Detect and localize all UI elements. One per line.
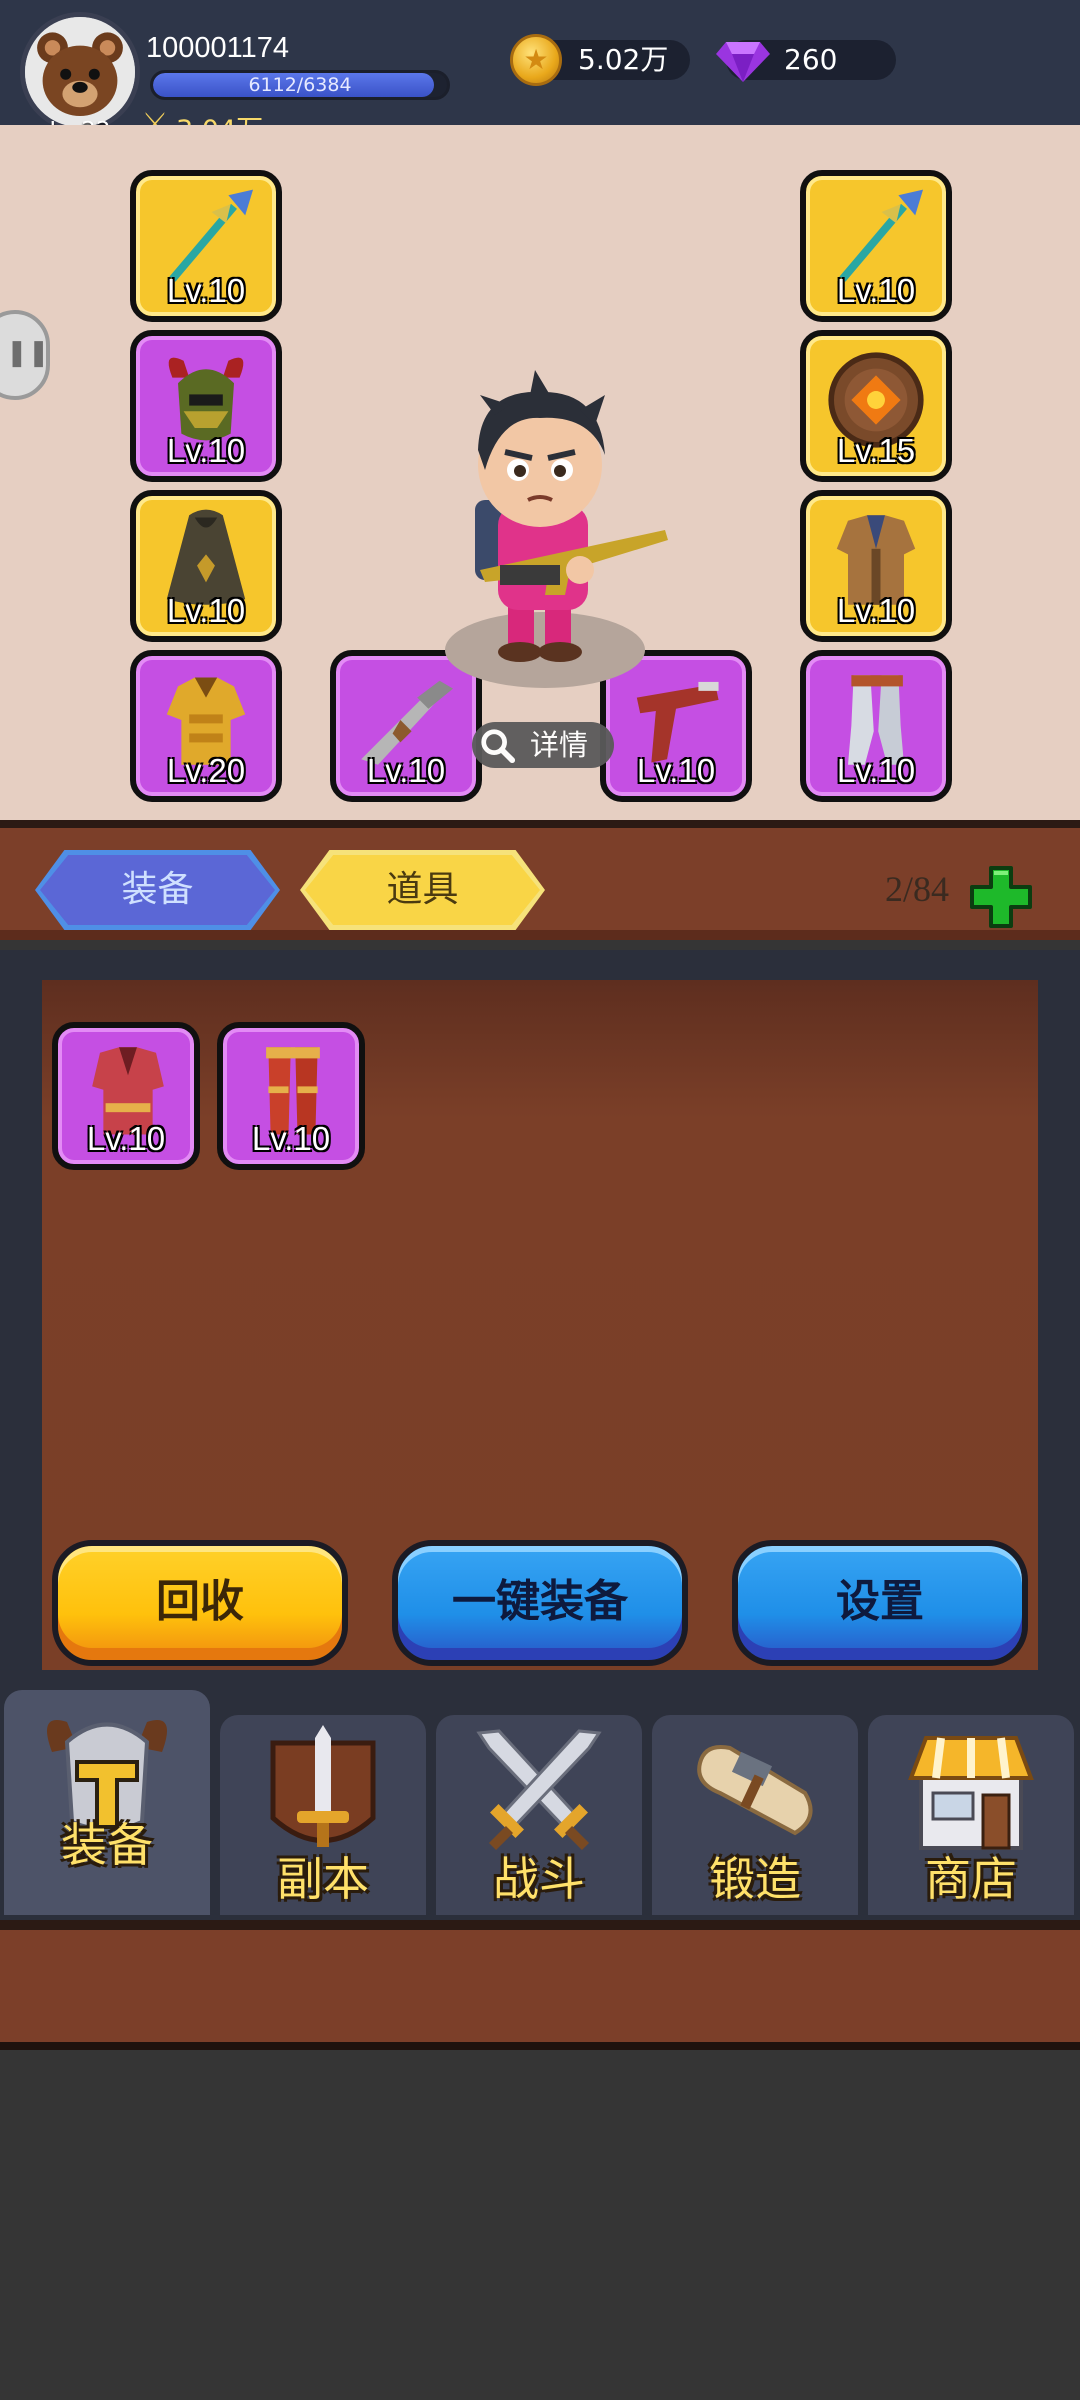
purple-gem-icon [716,42,770,82]
settings-button[interactable]: 设置 [732,1540,1028,1666]
gold-currency[interactable]: 5.02万 [510,34,690,86]
auto-equip-button[interactable]: 一键装备 [392,1540,688,1666]
dungeon-sword-icon [270,1725,376,1847]
xp-bar: 6112/6384 [150,70,450,100]
nav-equipment[interactable]: 装备 [4,1690,210,1915]
crossed-swords-icon [476,1729,602,1851]
slot-level: Lv.10 [636,752,716,789]
equip-slot-coat[interactable]: Lv.10 [800,490,952,642]
inventory-item[interactable]: Lv.10 [52,1022,200,1170]
magnifier-icon [481,729,516,764]
bottom-empty-area [0,2050,1080,2400]
slot-level: Lv.10 [166,272,246,309]
tab-items[interactable]: 道具 [300,850,545,930]
settings-label: 设置 [836,1576,924,1627]
detail-label: 详情 [530,728,589,762]
auto-equip-label: 一键装备 [452,1576,628,1627]
gold-coin-icon [510,34,562,86]
inventory-frame: Lv.10 Lv.10 回收 一键装备 设置 [0,950,1080,1690]
equip-slot-boots[interactable]: Lv.10 [800,650,952,802]
slot-level: Lv.10 [166,592,246,629]
inventory-capacity: 2/84 [885,869,950,909]
slot-level: Lv.15 [836,432,916,469]
slot-level: Lv.20 [166,752,246,789]
tab-equipment[interactable]: 装备 [35,850,280,930]
gem-currency[interactable]: 260 [716,40,896,82]
bottom-strip [0,1920,1080,2050]
nav-equipment-label: 装备 [61,1818,153,1872]
player-avatar[interactable] [20,12,140,132]
shop-icon [908,1736,1034,1850]
nav-shop[interactable]: 商店 [868,1715,1074,1915]
nav-forge-label: 锻造 [709,1852,801,1906]
xp-text: 6112/6384 [248,74,352,96]
nav-battle[interactable]: 战斗 [436,1715,642,1915]
inventory-item[interactable]: Lv.10 [217,1022,365,1170]
inventory-panel: Lv.10 Lv.10 回收 一键装备 设置 [42,980,1038,1670]
gold-amount: 5.02万 [578,43,669,76]
equip-slot-shield[interactable]: Lv.15 [800,330,952,482]
nav-battle-label: 战斗 [493,1852,585,1906]
nav-dungeon-label: 副本 [277,1852,369,1906]
recycle-label: 回收 [156,1576,244,1627]
equip-slot-weapon-right[interactable]: Lv.10 [800,170,952,322]
slot-level: Lv.10 [836,272,916,309]
equip-slot-armor[interactable]: Lv.20 [130,650,282,802]
bottom-navigation: 装备 副本 战斗 锻造 商店 [0,1690,1080,1920]
slot-level: Lv.10 [86,1120,166,1157]
inventory-tab-bar: 装备 道具 2/84 [0,820,1080,940]
detail-button[interactable]: 详情 [472,722,614,768]
recycle-button[interactable]: 回收 [52,1540,348,1666]
equip-slot-cloak[interactable]: Lv.10 [130,490,282,642]
slot-level: Lv.10 [836,752,916,789]
player-id: 100001174 [146,32,290,64]
slot-level: Lv.10 [836,592,916,629]
slot-level: Lv.10 [251,1120,331,1157]
tab-items-label: 道具 [386,869,459,910]
forge-scroll-icon [697,1745,813,1836]
bear-avatar-icon [25,17,135,127]
add-capacity-plus-icon[interactable] [968,864,1034,930]
nav-shop-label: 商店 [925,1852,1017,1906]
tab-equipment-label: 装备 [121,869,194,910]
hero-character [445,370,668,688]
equip-slot-helmet[interactable]: Lv.10 [130,330,282,482]
slot-level: Lv.10 [166,432,246,469]
equipment-area: Lv.10 Lv.10 Lv.10 Lv.20 [0,125,1080,820]
equip-slot-weapon-left[interactable]: Lv.10 [130,170,282,322]
nav-dungeon[interactable]: 副本 [220,1715,426,1915]
slot-level: Lv.10 [366,752,446,789]
side-menu-button[interactable] [0,310,50,400]
gem-amount: 260 [784,43,838,76]
nav-forge[interactable]: 锻造 [652,1715,858,1915]
